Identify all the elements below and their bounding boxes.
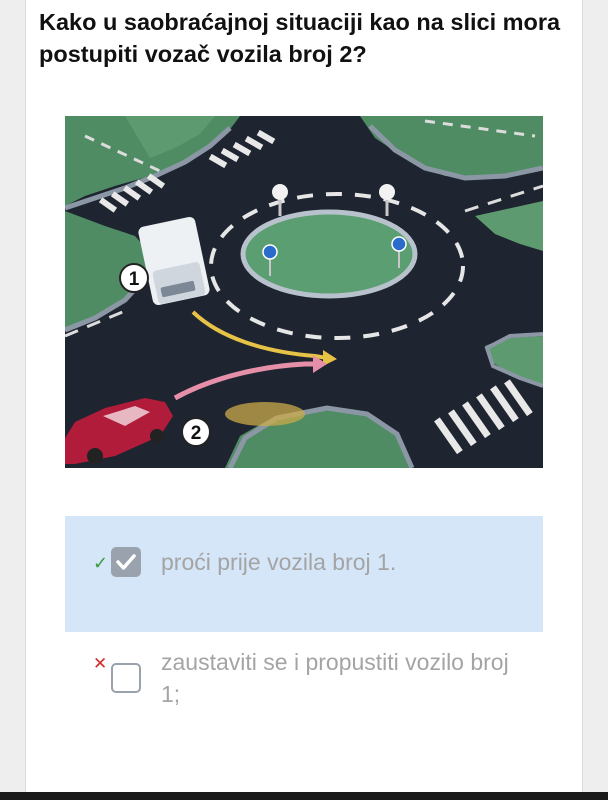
- answer-option-1[interactable]: ✓ proći prije vozila broj 1.: [65, 516, 543, 632]
- incorrect-x-icon: ✕: [93, 654, 108, 674]
- answer-1-checkbox[interactable]: [111, 547, 141, 577]
- bottom-toolbar: [0, 792, 608, 800]
- answer-2-text: zaustaviti se i propustiti vozilo broj 1…: [161, 649, 509, 707]
- traffic-situation-image: 1 2: [65, 116, 543, 468]
- answer-option-2[interactable]: ✕ zaustaviti se i propustiti vozilo broj…: [65, 632, 543, 742]
- vehicle-1-label: 1: [129, 269, 140, 290]
- vehicle-2-label: 2: [191, 423, 202, 444]
- checkmark-icon: [116, 554, 136, 570]
- answer-1-text: proći prije vozila broj 1.: [161, 549, 397, 575]
- question-text: Kako u saobraćajnoj situaciji kao na sli…: [39, 9, 561, 67]
- answer-2-checkbox[interactable]: [111, 663, 141, 693]
- correct-check-icon: ✓: [93, 553, 109, 574]
